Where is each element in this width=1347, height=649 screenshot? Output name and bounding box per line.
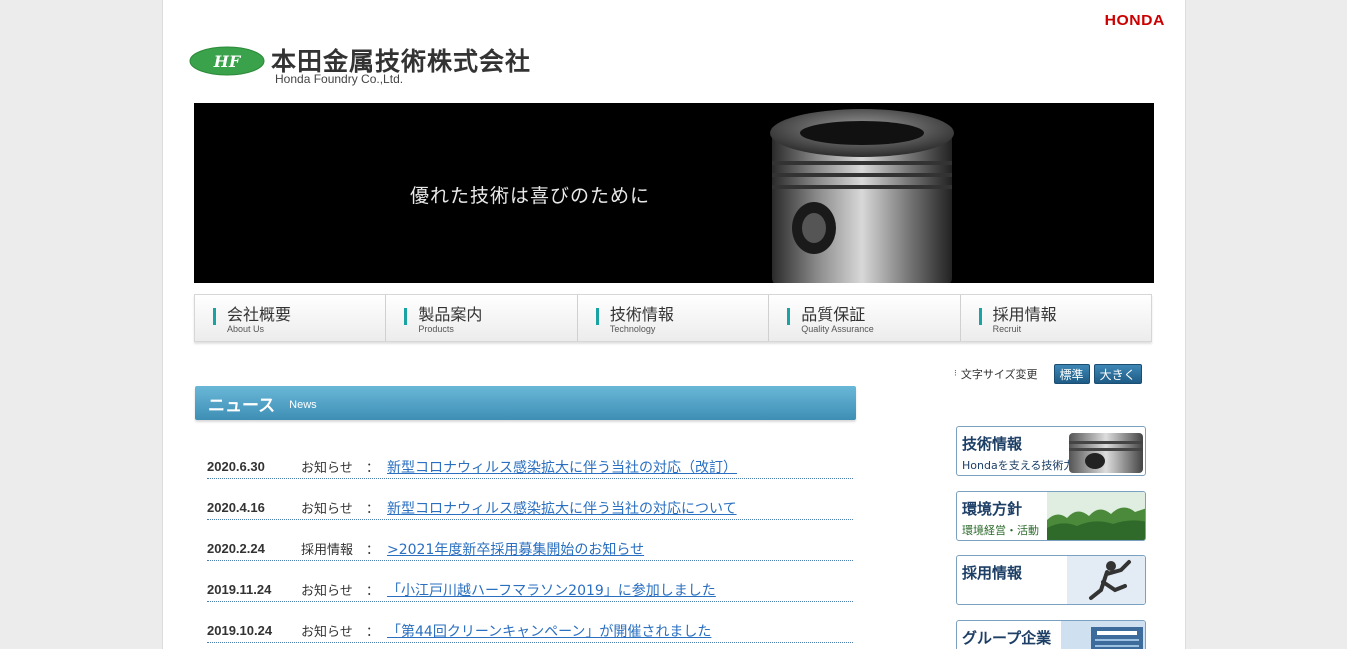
nav-products[interactable]: 製品案内 Products xyxy=(386,295,578,341)
news-category: お知らせ xyxy=(301,502,353,517)
hf-logo-icon[interactable]: HF xyxy=(189,46,265,76)
building-thumbnail-icon xyxy=(1061,621,1145,649)
banner-group-companies[interactable]: グループ企業 xyxy=(956,620,1146,649)
news-item: 2019.10.24 お知らせ ： 「第44回クリーンキャンペーン」が開催されま… xyxy=(195,610,853,649)
news-link[interactable]: 新型コロナウィルス感染拡大に伴う当社の対応について xyxy=(387,498,737,518)
nav-label: 製品案内 xyxy=(418,305,483,324)
news-separator: ： xyxy=(366,543,380,558)
font-size-label-text: 文字サイズ変更 xyxy=(960,368,1038,381)
news-category: お知らせ xyxy=(301,584,353,599)
banner-title: 環境方針 xyxy=(962,500,1023,518)
news-date: 2019.11.24 xyxy=(207,582,272,597)
banner-recruit[interactable]: 採用情報 xyxy=(956,555,1146,605)
banner-subtitle: 環境経営・活動 xyxy=(962,524,1039,537)
jumping-person-icon xyxy=(1067,556,1145,604)
news-item: 2020.4.16 お知らせ ： 新型コロナウィルス感染拡大に伴う当社の対応につ… xyxy=(195,487,853,528)
news-link[interactable]: 「小江戸川越ハーフマラソン2019」に参加しました xyxy=(387,580,716,600)
honda-logo[interactable]: HONDA xyxy=(1104,12,1164,29)
nav-about-us[interactable]: 会社概要 About Us xyxy=(195,295,387,341)
font-size-standard-button[interactable]: 標準 xyxy=(1053,364,1090,384)
banner-environment[interactable]: 環境方針 環境経営・活動 xyxy=(956,491,1146,541)
news-separator: ： xyxy=(366,461,380,476)
nav-sublabel: About Us xyxy=(227,324,265,334)
news-date: 2020.2.24 xyxy=(207,541,265,556)
forest-thumbnail-icon xyxy=(1047,492,1145,540)
news-item: 2020.2.24 採用情報 ： >2021年度新卒採用募集開始のお知らせ xyxy=(195,528,853,569)
font-size-large-button[interactable]: 大きく xyxy=(1093,364,1142,384)
news-category: お知らせ xyxy=(301,461,353,476)
nav-label: 品質保証 xyxy=(801,305,866,324)
svg-text:HF: HF xyxy=(213,52,242,71)
banner-subtitle: Hondaを支える技術力 xyxy=(962,459,1075,472)
banner-title: 採用情報 xyxy=(962,564,1023,582)
news-item: 2020.6.30 お知らせ ： 新型コロナウィルス感染拡大に伴う当社の対応（改… xyxy=(195,446,853,487)
nav-sublabel: Quality Assurance xyxy=(801,324,874,334)
news-category: お知らせ xyxy=(301,625,353,640)
banner-title: 技術情報 xyxy=(962,435,1023,453)
news-title: ニュース xyxy=(208,395,276,416)
news-date: 2020.6.30 xyxy=(207,459,265,474)
banner-title: グループ企業 xyxy=(962,629,1052,647)
company-name-en: Honda Foundry Co.,Ltd. xyxy=(275,72,404,86)
nav-quality-assurance[interactable]: 品質保証 Quality Assurance xyxy=(769,295,961,341)
news-date: 2019.10.24 xyxy=(207,623,273,638)
nav-sublabel: Technology xyxy=(609,324,656,334)
hero-tagline: 優れた技術は喜びのために xyxy=(410,185,651,207)
hero-banner: 優れた技術は喜びのために xyxy=(194,103,1154,283)
news-category: 採用情報 xyxy=(301,543,354,558)
news-list: 2020.6.30 お知らせ ： 新型コロナウィルス感染拡大に伴う当社の対応（改… xyxy=(195,446,853,649)
news-link[interactable]: 新型コロナウィルス感染拡大に伴う当社の対応（改訂） xyxy=(387,457,737,477)
news-header: ニュース News xyxy=(195,386,856,420)
page: HONDA HF 本田金属技術株式会社 Honda Foundry Co.,Lt… xyxy=(162,0,1186,649)
news-link[interactable]: 「第44回クリーンキャンペーン」が開催されました xyxy=(387,621,711,641)
news-separator: ： xyxy=(366,625,380,640)
banner-technology[interactable]: 技術情報 Hondaを支える技術力 xyxy=(956,426,1146,476)
nav-label: 採用情報 xyxy=(992,305,1057,324)
news-separator: ： xyxy=(366,584,380,599)
font-size-label: ⁝ 文字サイズ変更 xyxy=(954,366,1038,382)
news-item: 2019.11.24 お知らせ ： 「小江戸川越ハーフマラソン2019」に参加し… xyxy=(195,569,853,610)
nav-sublabel: Recruit xyxy=(992,324,1022,334)
nav-label: 技術情報 xyxy=(609,305,674,324)
bullet-icon: ⁝ xyxy=(954,369,957,379)
global-nav: 会社概要 About Us 製品案内 Products 技術情報 Technol… xyxy=(194,294,1152,342)
piston-thumbnail-icon xyxy=(1069,433,1143,473)
nav-technology[interactable]: 技術情報 Technology xyxy=(578,295,770,341)
nav-label: 会社概要 xyxy=(227,305,292,324)
font-size-control: ⁝ 文字サイズ変更 標準 大きく xyxy=(954,364,1142,384)
news-subtitle: News xyxy=(289,399,317,411)
nav-recruit[interactable]: 採用情報 Recruit xyxy=(961,295,1151,341)
news-date: 2020.4.16 xyxy=(207,500,265,515)
nav-sublabel: Products xyxy=(418,324,454,334)
news-link[interactable]: >2021年度新卒採用募集開始のお知らせ xyxy=(387,539,644,559)
piston-image xyxy=(770,109,954,283)
news-separator: ： xyxy=(366,502,380,517)
